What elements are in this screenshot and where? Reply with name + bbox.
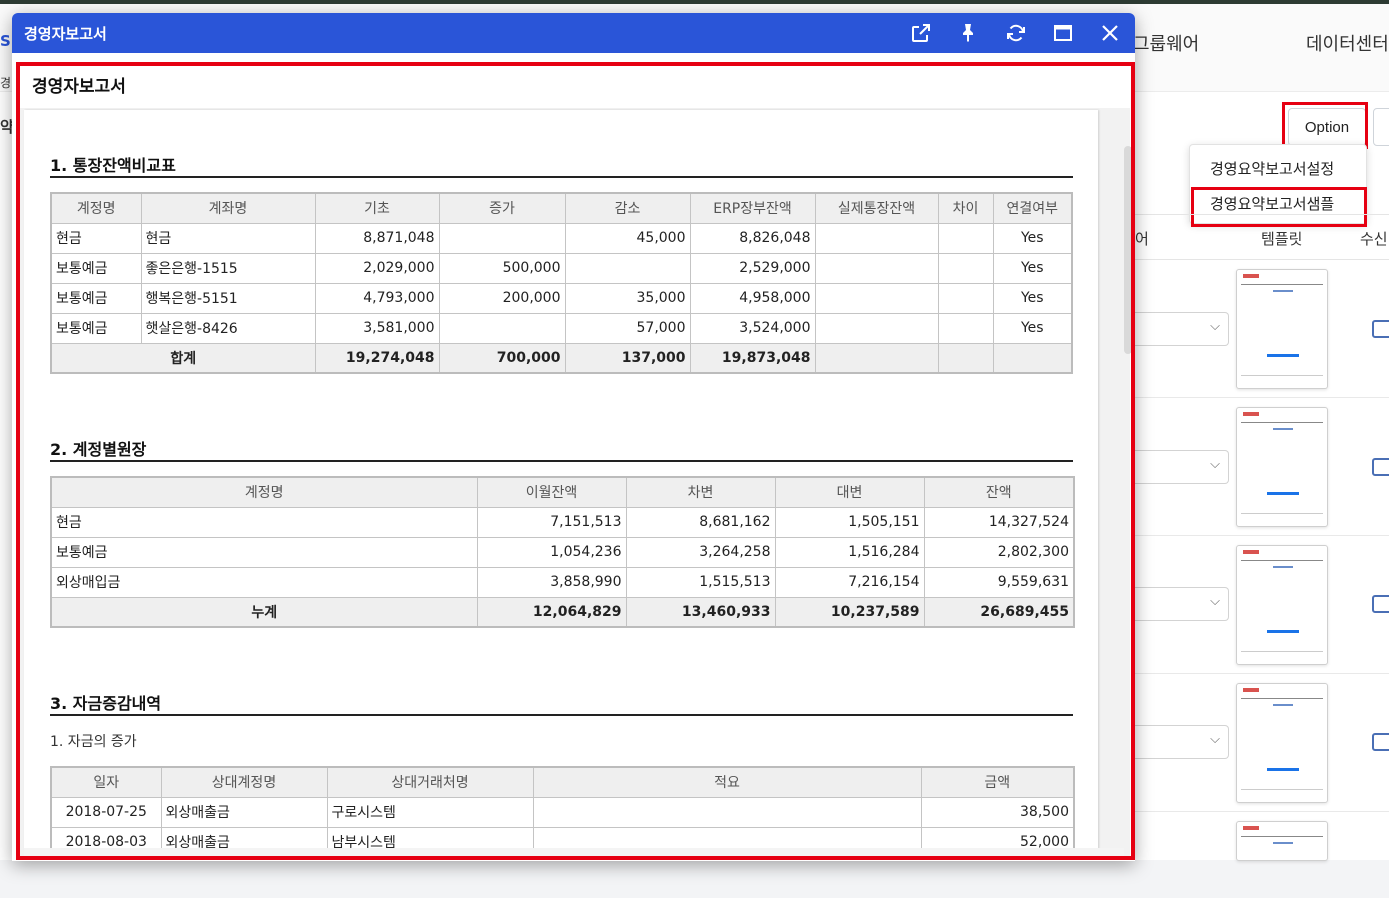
row-select[interactable]: ⌵ bbox=[1135, 725, 1229, 759]
row-select[interactable]: ⌵ bbox=[1135, 587, 1229, 621]
content-highlight bbox=[16, 62, 1135, 860]
template-thumbnail[interactable] bbox=[1236, 545, 1328, 665]
row-select[interactable]: ⌵ bbox=[1135, 312, 1229, 346]
close-icon[interactable] bbox=[1098, 21, 1122, 45]
row-divider bbox=[1135, 673, 1389, 674]
pin-icon[interactable] bbox=[956, 21, 980, 45]
bg-column-header-receive: 수신 bbox=[1360, 230, 1388, 248]
chevron-down-icon: ⌵ bbox=[1210, 594, 1220, 609]
receive-checkbox[interactable] bbox=[1372, 595, 1389, 613]
refresh-icon[interactable] bbox=[1004, 21, 1028, 45]
nav-item-groupware[interactable]: 그룹웨어 bbox=[1133, 30, 1199, 56]
row-select[interactable]: ⌵ bbox=[1135, 450, 1229, 484]
template-thumbnail[interactable] bbox=[1236, 683, 1328, 803]
menu-item-report-settings[interactable]: 경영요약보고서설정 bbox=[1210, 158, 1334, 179]
template-thumbnail[interactable] bbox=[1236, 407, 1328, 527]
external-link-icon[interactable] bbox=[909, 21, 933, 45]
maximize-icon[interactable] bbox=[1051, 21, 1075, 45]
row-divider bbox=[1135, 535, 1389, 536]
row-divider bbox=[1135, 811, 1389, 812]
modal-title: 경영자보고서 bbox=[24, 25, 107, 43]
receive-checkbox[interactable] bbox=[1372, 458, 1389, 476]
receive-checkbox[interactable] bbox=[1372, 733, 1389, 751]
chevron-down-icon: ⌵ bbox=[1210, 319, 1220, 334]
row-divider bbox=[1135, 397, 1389, 398]
option-button-highlight bbox=[1282, 102, 1368, 149]
bg-column-header-1: 어 bbox=[1135, 230, 1149, 248]
chevron-down-icon: ⌵ bbox=[1210, 457, 1220, 472]
template-thumbnail[interactable] bbox=[1236, 821, 1328, 861]
secondary-button[interactable] bbox=[1373, 108, 1389, 146]
template-thumbnail[interactable] bbox=[1236, 269, 1328, 389]
side-char-1: S bbox=[0, 32, 11, 50]
receive-checkbox[interactable] bbox=[1372, 320, 1389, 338]
chevron-down-icon: ⌵ bbox=[1210, 732, 1220, 747]
nav-item-datacenter[interactable]: 데이터센터 bbox=[1306, 30, 1389, 56]
side-char-2: 경 bbox=[0, 76, 12, 90]
bg-column-header-template: 템플릿 bbox=[1261, 230, 1303, 248]
modal-header: 경영자보고서 bbox=[12, 13, 1135, 53]
